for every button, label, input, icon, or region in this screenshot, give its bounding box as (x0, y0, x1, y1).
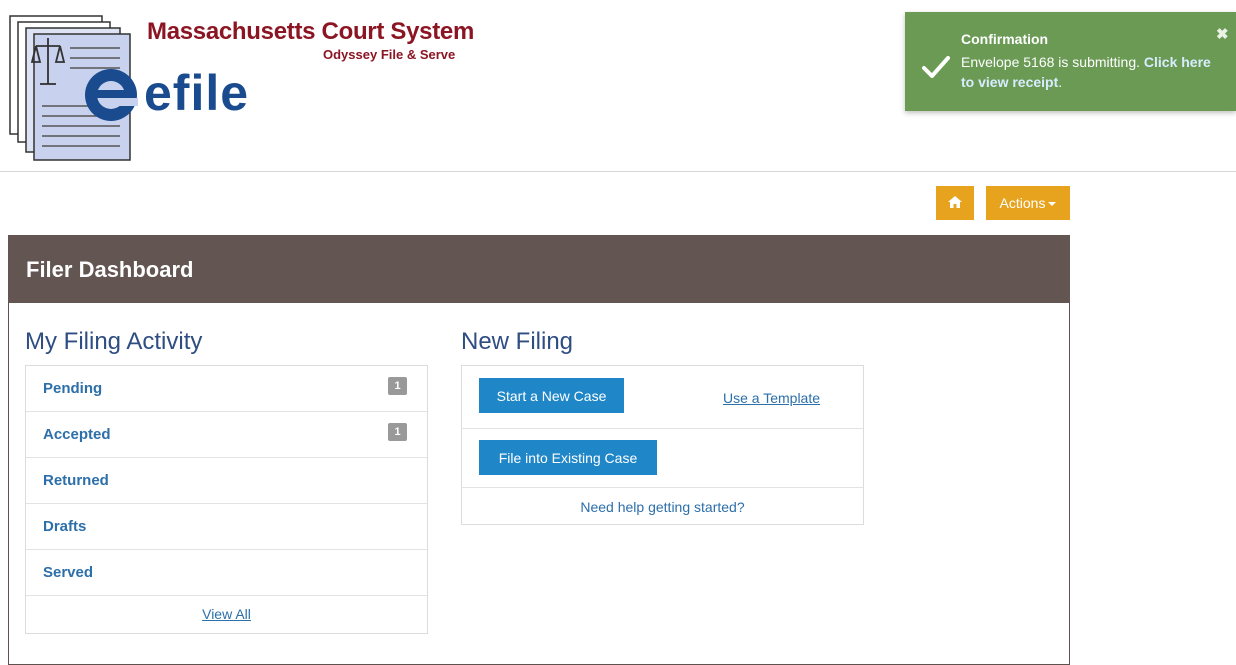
chevron-down-icon (1048, 202, 1057, 207)
count-badge: 1 (388, 423, 407, 441)
new-filing-box: Start a New Case Use a Template File int… (461, 365, 864, 525)
filing-activity-list: Pending 1 Accepted 1 Returned Drafts Ser… (25, 365, 428, 634)
efile-logo[interactable]: Massachusetts Court System Odyssey File … (8, 6, 478, 166)
list-item-drafts[interactable]: Drafts (26, 504, 427, 550)
file-existing-case-button[interactable]: File into Existing Case (479, 440, 657, 475)
list-item-label: Accepted (43, 426, 111, 443)
view-all-link[interactable]: View All (26, 606, 427, 622)
checkmark-icon (922, 56, 950, 78)
list-item-returned[interactable]: Returned (26, 458, 427, 504)
list-item-label: Drafts (43, 518, 87, 535)
home-button[interactable] (936, 186, 974, 220)
list-item-label: Served (43, 564, 94, 581)
use-template-link[interactable]: Use a Template (723, 390, 820, 406)
list-item-label: Pending (43, 380, 103, 397)
dashboard-header: Filer Dashboard (8, 235, 1070, 303)
logo-brand: efile (144, 65, 250, 121)
logo-subtitle: Odyssey File & Serve (323, 47, 456, 62)
toast-title: Confirmation (961, 31, 1049, 47)
toast-text: Envelope 5168 is submitting. (961, 54, 1144, 70)
toast-suffix: . (1058, 74, 1063, 90)
actions-button[interactable]: Actions (986, 186, 1070, 220)
count-badge: 1 (388, 377, 407, 395)
divider (462, 487, 863, 488)
page-title: Filer Dashboard (26, 257, 194, 282)
toast-message: Envelope 5168 is submitting. Click here … (961, 52, 1221, 92)
close-icon[interactable]: ✖ (1216, 27, 1229, 42)
list-item-pending[interactable]: Pending 1 (26, 366, 427, 412)
start-new-case-button[interactable]: Start a New Case (479, 378, 624, 413)
divider (462, 428, 863, 429)
actions-label: Actions (999, 195, 1046, 211)
new-filing-title: New Filing (461, 328, 574, 355)
filing-activity-title: My Filing Activity (25, 328, 203, 355)
home-icon (948, 195, 962, 208)
list-item-served[interactable]: Served (26, 550, 427, 596)
logo-title: Massachusetts Court System (147, 18, 474, 45)
list-item-accepted[interactable]: Accepted 1 (26, 412, 427, 458)
confirmation-toast: Confirmation Envelope 5168 is submitting… (905, 12, 1236, 111)
list-item-label: Returned (43, 472, 109, 489)
help-link[interactable]: Need help getting started? (462, 499, 863, 515)
